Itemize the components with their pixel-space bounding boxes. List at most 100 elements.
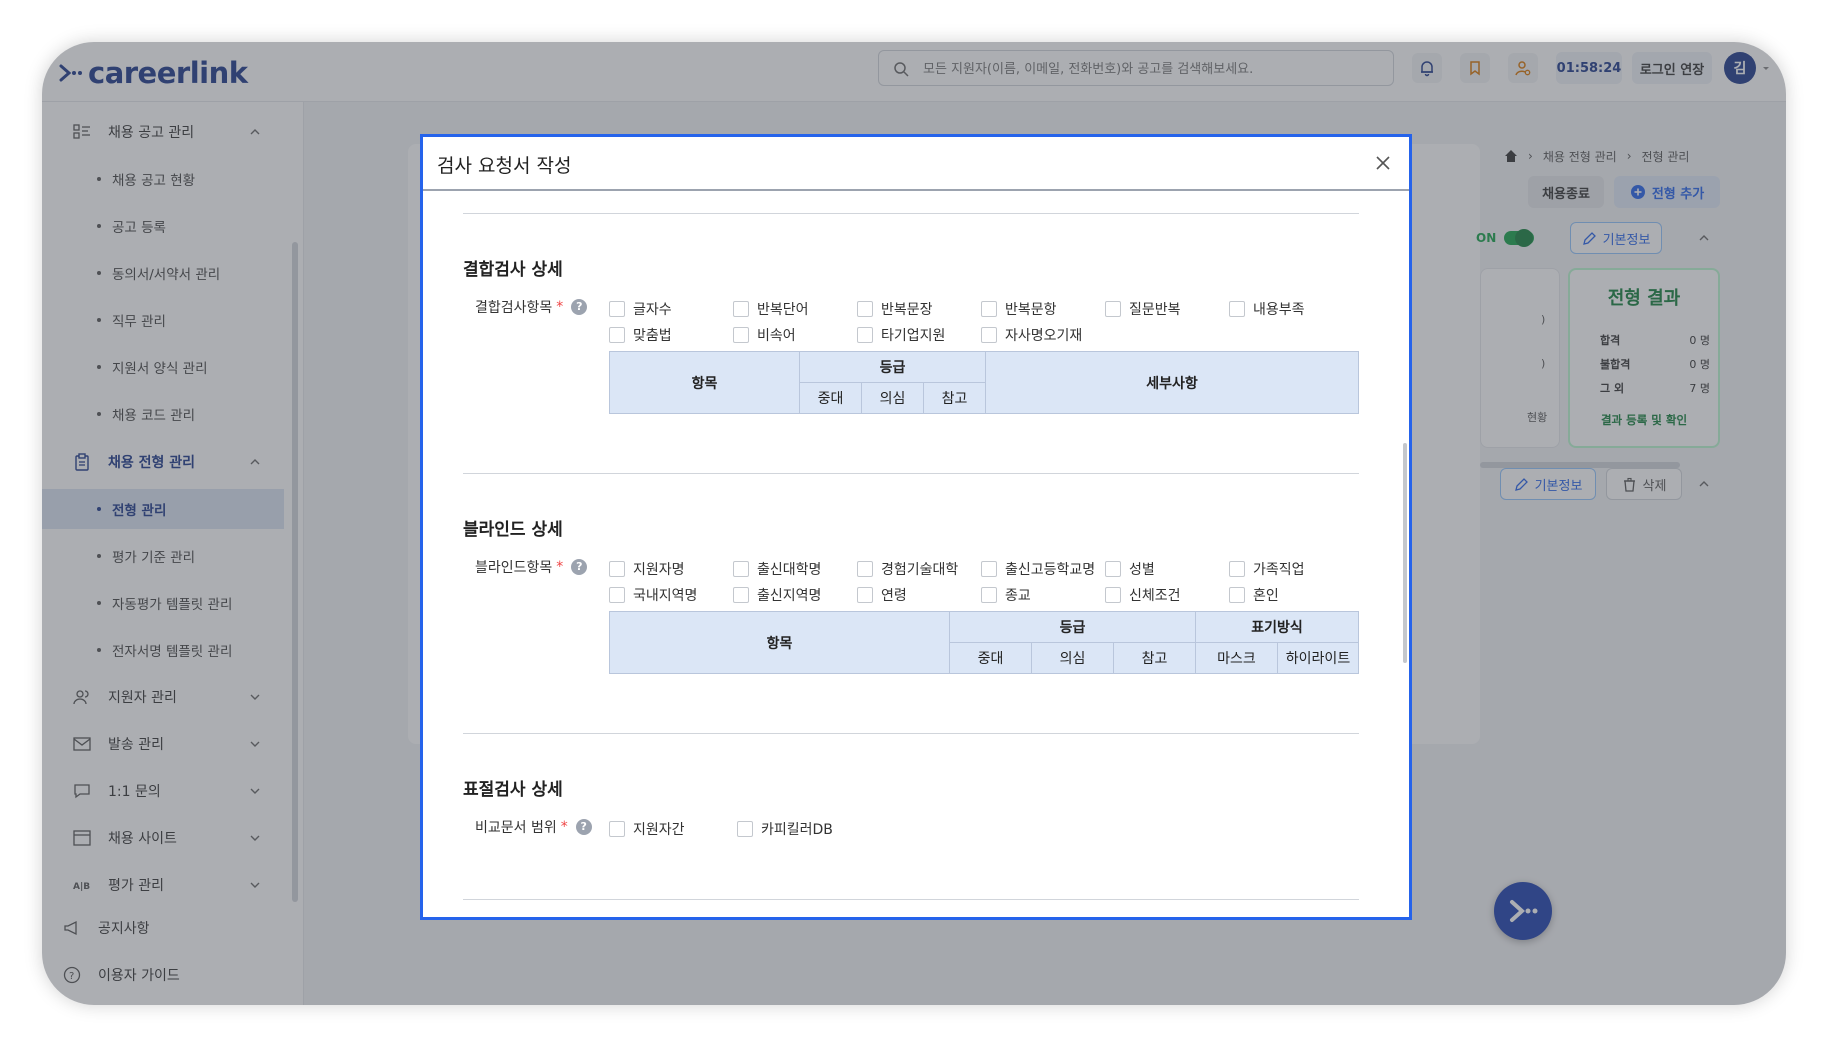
field-label-text: 비교문서 범위 bbox=[475, 820, 557, 836]
checkbox-label: 맞춤법 bbox=[633, 328, 672, 344]
checkbox[interactable] bbox=[733, 301, 749, 317]
checkbox[interactable] bbox=[1229, 587, 1245, 603]
checkbox[interactable] bbox=[1105, 301, 1121, 317]
help-icon[interactable]: ? bbox=[571, 299, 588, 315]
checkbox-option[interactable]: 연령 bbox=[857, 585, 907, 605]
checkbox-option[interactable]: 경험기술대학 bbox=[857, 559, 958, 579]
checkbox-option[interactable]: 지원자명 bbox=[609, 559, 685, 579]
help-icon[interactable]: ? bbox=[575, 819, 592, 835]
checkbox[interactable] bbox=[609, 561, 625, 577]
required-mark: * bbox=[556, 559, 564, 575]
checkbox-option[interactable]: 카피킬러DB bbox=[737, 819, 833, 839]
table-header: 등급 bbox=[799, 351, 986, 383]
checkbox-label: 카피킬러DB bbox=[761, 822, 833, 838]
checkbox[interactable] bbox=[981, 327, 997, 343]
checkbox-label: 질문반복 bbox=[1129, 302, 1181, 318]
table-subheader: 참고 bbox=[1113, 642, 1196, 674]
section-title: 결합검사 상세 bbox=[463, 260, 563, 280]
checkbox[interactable] bbox=[733, 327, 749, 343]
app-window: careerlink 01:58:24 로그인 연장 김 채용 공고 관리 채용… bbox=[42, 42, 1786, 1005]
checkbox[interactable] bbox=[981, 561, 997, 577]
checkbox-label: 연령 bbox=[881, 588, 907, 604]
table-subheader: 의심 bbox=[861, 382, 924, 414]
modal-body: 결합검사 상세 결합검사항목 *? 글자수 반복단어 반복문장 반복문항 질문반복… bbox=[423, 193, 1409, 917]
checkbox-option[interactable]: 맞춤법 bbox=[609, 325, 672, 345]
checkbox[interactable] bbox=[981, 587, 997, 603]
field-label: 결합검사항목 *? bbox=[475, 297, 588, 317]
checkbox[interactable] bbox=[609, 821, 625, 837]
checkbox-label: 반복문장 bbox=[881, 302, 933, 318]
checkbox-label: 자사명오기재 bbox=[1005, 328, 1083, 344]
checkbox-option[interactable]: 종교 bbox=[981, 585, 1031, 605]
checkbox-label: 타기업지원 bbox=[881, 328, 946, 344]
table-subheader: 마스크 bbox=[1195, 642, 1278, 674]
checkbox-option[interactable]: 자사명오기재 bbox=[981, 325, 1082, 345]
checkbox-label: 신체조건 bbox=[1129, 588, 1181, 604]
inspection-request-modal: 검사 요청서 작성 결합검사 상세 결합검사항목 *? 글자수 반복단어 반복문장… bbox=[420, 134, 1412, 920]
checkbox[interactable] bbox=[609, 587, 625, 603]
field-label: 블라인드항목 *? bbox=[475, 557, 588, 577]
checkbox[interactable] bbox=[733, 587, 749, 603]
divider bbox=[463, 733, 1359, 734]
checkbox-option[interactable]: 반복문항 bbox=[981, 299, 1057, 319]
checkbox-label: 비속어 bbox=[757, 328, 796, 344]
combined-grade-table: 항목 등급 세부사항 중대 의심 참고 bbox=[609, 351, 1359, 414]
field-label-text: 결합검사항목 bbox=[475, 300, 553, 316]
checkbox-label: 종교 bbox=[1005, 588, 1031, 604]
checkbox-label: 반복단어 bbox=[757, 302, 809, 318]
table-header: 세부사항 bbox=[985, 351, 1359, 414]
checkbox[interactable] bbox=[857, 561, 873, 577]
blind-grade-table: 항목 등급 표기방식 중대 의심 참고 마스크 하이라이트 bbox=[609, 611, 1359, 674]
checkbox-option[interactable]: 비속어 bbox=[733, 325, 796, 345]
checkbox-option[interactable]: 가족직업 bbox=[1229, 559, 1305, 579]
checkbox-option[interactable]: 출신고등학교명 bbox=[981, 559, 1095, 579]
checkbox[interactable] bbox=[1229, 561, 1245, 577]
checkbox-option[interactable]: 신체조건 bbox=[1105, 585, 1181, 605]
checkbox-option[interactable]: 지원자간 bbox=[609, 819, 685, 839]
checkbox-label: 글자수 bbox=[633, 302, 672, 318]
checkbox-option[interactable]: 질문반복 bbox=[1105, 299, 1181, 319]
table-header: 항목 bbox=[609, 351, 800, 414]
checkbox-label: 출신고등학교명 bbox=[1005, 562, 1096, 578]
table-header: 등급 bbox=[949, 611, 1196, 643]
section-title: 블라인드 상세 bbox=[463, 520, 563, 540]
table-subheader: 하이라이트 bbox=[1277, 642, 1359, 674]
checkbox-option[interactable]: 성별 bbox=[1105, 559, 1155, 579]
close-icon[interactable] bbox=[1373, 153, 1393, 173]
checkbox[interactable] bbox=[981, 301, 997, 317]
divider bbox=[463, 899, 1359, 900]
checkbox[interactable] bbox=[1229, 301, 1245, 317]
required-mark: * bbox=[556, 299, 564, 315]
checkbox[interactable] bbox=[609, 301, 625, 317]
modal-scrollbar[interactable] bbox=[1403, 443, 1407, 663]
checkbox[interactable] bbox=[609, 327, 625, 343]
checkbox-option[interactable]: 내용부족 bbox=[1229, 299, 1305, 319]
checkbox-label: 성별 bbox=[1129, 562, 1155, 578]
checkbox[interactable] bbox=[1105, 561, 1121, 577]
checkbox-label: 내용부족 bbox=[1253, 302, 1305, 318]
checkbox-label: 지원자명 bbox=[633, 562, 685, 578]
checkbox[interactable] bbox=[857, 587, 873, 603]
checkbox-option[interactable]: 반복문장 bbox=[857, 299, 933, 319]
modal-title: 검사 요청서 작성 bbox=[437, 155, 572, 177]
checkbox-option[interactable]: 국내지역명 bbox=[609, 585, 697, 605]
checkbox-option[interactable]: 글자수 bbox=[609, 299, 672, 319]
checkbox-option[interactable]: 혼인 bbox=[1229, 585, 1279, 605]
table-header: 표기방식 bbox=[1195, 611, 1359, 643]
field-label: 비교문서 범위 *? bbox=[475, 817, 592, 837]
checkbox[interactable] bbox=[1105, 587, 1121, 603]
checkbox-label: 국내지역명 bbox=[633, 588, 698, 604]
checkbox[interactable] bbox=[857, 327, 873, 343]
checkbox-option[interactable]: 출신지역명 bbox=[733, 585, 821, 605]
checkbox[interactable] bbox=[733, 561, 749, 577]
checkbox[interactable] bbox=[737, 821, 753, 837]
checkbox-option[interactable]: 반복단어 bbox=[733, 299, 809, 319]
help-icon[interactable]: ? bbox=[571, 559, 588, 575]
checkbox-option[interactable]: 출신대학명 bbox=[733, 559, 821, 579]
checkbox-option[interactable]: 타기업지원 bbox=[857, 325, 945, 345]
divider bbox=[463, 473, 1359, 474]
checkbox[interactable] bbox=[857, 301, 873, 317]
table-subheader: 중대 bbox=[799, 382, 862, 414]
checkbox-label: 출신지역명 bbox=[757, 588, 822, 604]
modal-header: 검사 요청서 작성 bbox=[423, 137, 1409, 191]
